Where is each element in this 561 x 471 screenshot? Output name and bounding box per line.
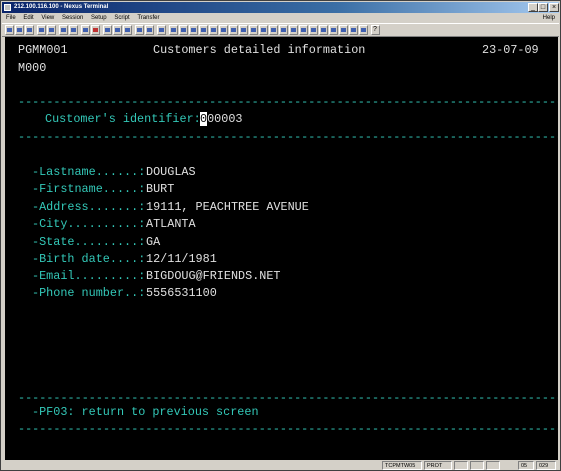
phone-value: 5556531100 bbox=[146, 286, 217, 300]
program-id: PGMM001 bbox=[18, 43, 68, 57]
window-title: 212.100.116.100 - Nexus Terminal bbox=[14, 4, 109, 10]
identifier-label: Customer's identifier: bbox=[45, 112, 201, 126]
toolbar: ? bbox=[2, 23, 559, 37]
menu-setup[interactable]: Setup bbox=[91, 15, 107, 21]
keyboard-icon[interactable] bbox=[135, 25, 144, 35]
birthdate-value: 12/11/1981 bbox=[146, 252, 217, 266]
lastname-value: DOUGLAS bbox=[146, 165, 196, 179]
field-label: -State.........: bbox=[32, 235, 146, 249]
separator-footer: ----------------------------------------… bbox=[18, 422, 558, 436]
pf9-icon[interactable] bbox=[249, 25, 258, 35]
pf3-icon[interactable] bbox=[189, 25, 198, 35]
city-value: ATLANTA bbox=[146, 217, 196, 231]
pf17-icon[interactable] bbox=[329, 25, 338, 35]
firstname-value: BURT bbox=[146, 182, 175, 196]
pf6-icon[interactable] bbox=[219, 25, 228, 35]
menu-help[interactable]: Help bbox=[543, 13, 555, 23]
status-blank-2 bbox=[470, 461, 484, 470]
pf20-icon[interactable] bbox=[359, 25, 368, 35]
pf7-icon[interactable] bbox=[229, 25, 238, 35]
close-button[interactable]: × bbox=[549, 3, 559, 12]
email-value: BIGDOUG@FRIENDS.NET bbox=[146, 269, 281, 283]
menu-file[interactable]: File bbox=[6, 15, 16, 21]
title-bar: 212.100.116.100 - Nexus Terminal _ □ × bbox=[2, 2, 559, 13]
status-bar: TCPMTW05 PROT 05 029 bbox=[2, 461, 559, 471]
address-value: 19111, PEACHTREE AVENUE bbox=[146, 200, 309, 214]
record-icon[interactable] bbox=[103, 25, 112, 35]
settings-icon[interactable] bbox=[81, 25, 90, 35]
terminal-window: 212.100.116.100 - Nexus Terminal _ □ × F… bbox=[0, 0, 561, 471]
pf14-icon[interactable] bbox=[299, 25, 308, 35]
field-label: -Birth date....: bbox=[32, 252, 146, 266]
transfer-icon[interactable] bbox=[123, 25, 132, 35]
field-label: -City..........: bbox=[32, 217, 146, 231]
play-icon[interactable] bbox=[113, 25, 122, 35]
pf10-icon[interactable] bbox=[259, 25, 268, 35]
macro-icon[interactable] bbox=[145, 25, 154, 35]
open-icon[interactable] bbox=[15, 25, 24, 35]
pf4-icon[interactable] bbox=[199, 25, 208, 35]
cursor-col: 029 bbox=[536, 461, 556, 470]
pf15-icon[interactable] bbox=[309, 25, 318, 35]
message-code: M000 bbox=[18, 61, 47, 75]
help-icon[interactable]: ? bbox=[371, 25, 380, 35]
menu-session[interactable]: Session bbox=[62, 15, 83, 21]
field-label: -Phone number..: bbox=[32, 286, 146, 300]
pf1-icon[interactable] bbox=[169, 25, 178, 35]
disconnect-icon[interactable] bbox=[91, 25, 100, 35]
cursor-row: 05 bbox=[518, 461, 534, 470]
print-icon[interactable] bbox=[59, 25, 68, 35]
status-mode: PROT bbox=[424, 461, 452, 470]
app-icon[interactable] bbox=[4, 4, 11, 11]
screen-date: 23-07-09 bbox=[482, 43, 539, 57]
pf16-icon[interactable] bbox=[319, 25, 328, 35]
field-label: -Address.......: bbox=[32, 200, 146, 214]
pf18-icon[interactable] bbox=[339, 25, 348, 35]
pf11-icon[interactable] bbox=[269, 25, 278, 35]
identifier-input[interactable]: 000003 bbox=[200, 111, 243, 128]
new-session-icon[interactable] bbox=[5, 25, 14, 35]
print-screen-icon[interactable] bbox=[69, 25, 78, 35]
menu-edit[interactable]: Edit bbox=[23, 15, 33, 21]
pf12-icon[interactable] bbox=[279, 25, 288, 35]
menu-transfer[interactable]: Transfer bbox=[137, 15, 159, 21]
save-icon[interactable] bbox=[25, 25, 34, 35]
status-blank-3 bbox=[486, 461, 500, 470]
identifier-value: 00003 bbox=[207, 112, 243, 126]
maximize-button[interactable]: □ bbox=[538, 3, 548, 12]
terminal-screen[interactable]: PGMM001 Customers detailed information 2… bbox=[5, 37, 558, 460]
field-label: -Firstname.....: bbox=[32, 182, 146, 196]
settings2-icon[interactable] bbox=[157, 25, 166, 35]
menu-script[interactable]: Script bbox=[114, 15, 129, 21]
separator-mid: ----------------------------------------… bbox=[18, 130, 558, 144]
paste-icon[interactable] bbox=[47, 25, 56, 35]
pf5-icon[interactable] bbox=[209, 25, 218, 35]
pf8-icon[interactable] bbox=[239, 25, 248, 35]
copy-icon[interactable] bbox=[37, 25, 46, 35]
state-value: GA bbox=[146, 235, 161, 249]
pf13-icon[interactable] bbox=[289, 25, 298, 35]
screen-title: Customers detailed information bbox=[153, 43, 366, 57]
minimize-button[interactable]: _ bbox=[528, 3, 538, 12]
status-host: TCPMTW05 bbox=[382, 461, 422, 470]
menu-view[interactable]: View bbox=[41, 15, 54, 21]
separator-top: ----------------------------------------… bbox=[18, 95, 558, 109]
menu-bar: File Edit View Session Setup Script Tran… bbox=[2, 13, 559, 23]
field-label: -Email.........: bbox=[32, 269, 146, 283]
pf19-icon[interactable] bbox=[349, 25, 358, 35]
pf03-hint: -PF03: return to previous screen bbox=[32, 405, 259, 419]
field-label: -Lastname......: bbox=[32, 165, 146, 179]
pf2-icon[interactable] bbox=[179, 25, 188, 35]
status-blank-1 bbox=[454, 461, 468, 470]
